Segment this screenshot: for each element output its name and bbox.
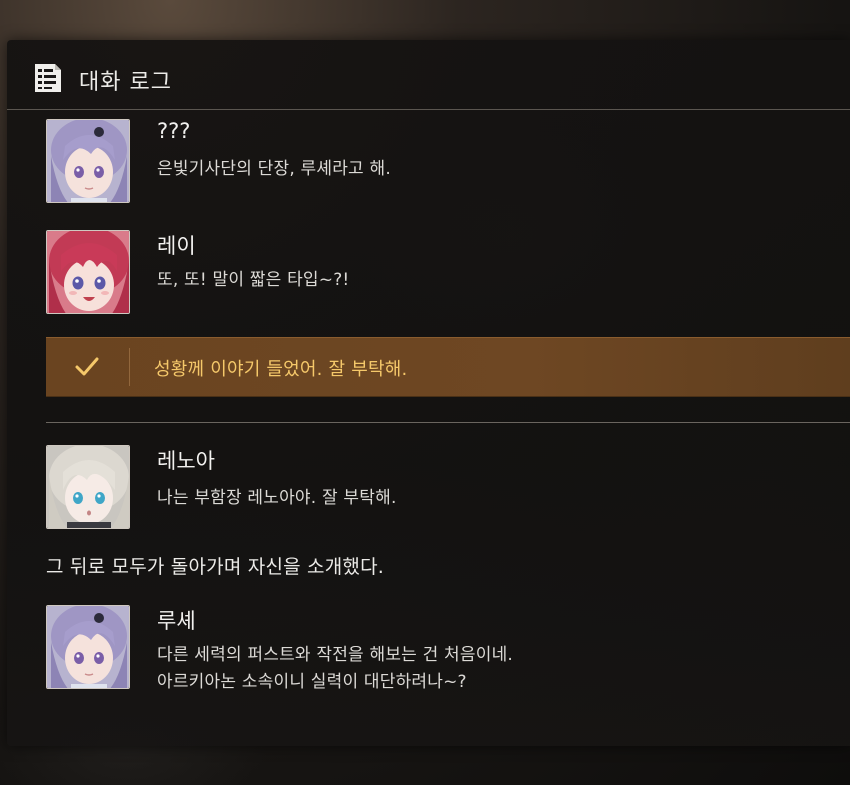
selected-choice: 성황께 이야기 들었어. 잘 부탁해.	[46, 337, 850, 397]
narration-text: 그 뒤로 모두가 돌아가며 자신을 소개했다.	[46, 556, 384, 578]
avatar	[46, 119, 130, 203]
speaker-name: 레노아	[157, 449, 215, 473]
log-document-icon	[35, 64, 61, 92]
dialogue-line: 다른 세력의 퍼스트와 작전을 해보는 건 처음이네.	[157, 645, 514, 665]
choice-divider	[129, 348, 130, 386]
avatar	[46, 445, 130, 529]
dialogue-log-panel: 대화 로그 ??? 은빛기사단의 단장, 루셰라고 해. 레이 또, 또! 말이…	[7, 40, 850, 746]
dialogue-log-header: 대화 로그	[7, 40, 850, 110]
header-title: 대화 로그	[79, 70, 172, 95]
dialogue-line: 또, 또! 말이 짧은 타입~?!	[157, 270, 350, 290]
avatar	[46, 230, 130, 314]
speaker-name: 루셰	[157, 609, 196, 633]
checkmark-icon	[75, 357, 99, 376]
dialogue-line: 아르키아논 소속이니 실력이 대단하려나~?	[157, 672, 467, 692]
avatar	[46, 605, 130, 689]
speaker-name: ???	[157, 119, 191, 143]
dialogue-line: 나는 부함장 레노아야. 잘 부탁해.	[157, 488, 397, 508]
choice-text: 성황께 이야기 들었어. 잘 부탁해.	[154, 359, 408, 380]
speaker-name: 레이	[157, 234, 196, 258]
dialogue-line: 은빛기사단의 단장, 루셰라고 해.	[157, 159, 391, 179]
section-divider	[46, 422, 850, 423]
